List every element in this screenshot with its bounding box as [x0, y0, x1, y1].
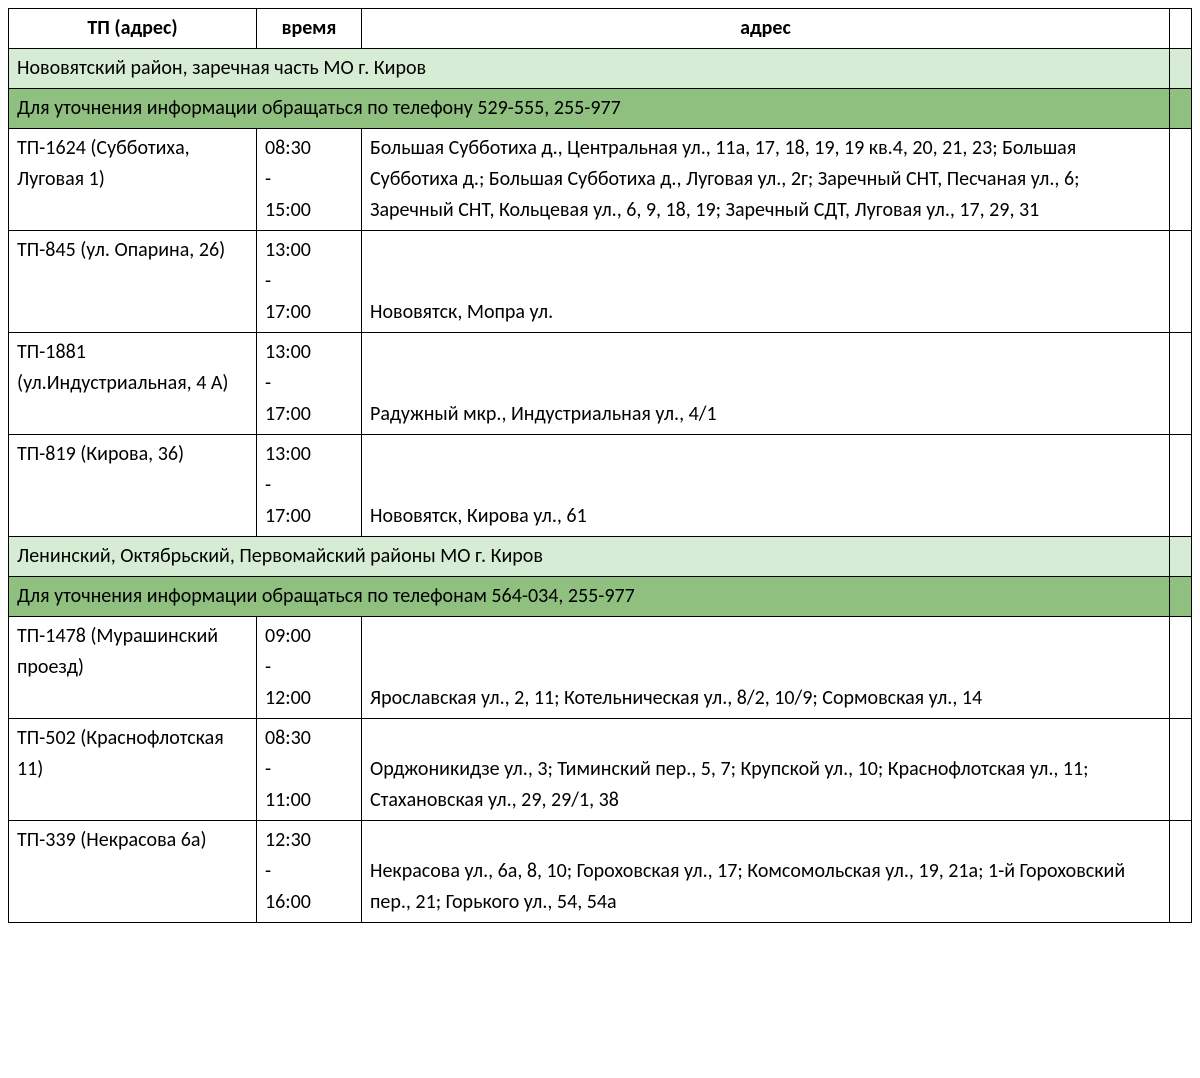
time-to: 16:00: [265, 887, 353, 918]
tp-cell: ТП-1624 (Субботиха, Луговая 1): [9, 129, 257, 231]
time-from: 13:00: [265, 337, 353, 368]
table-header-row: ТП (адрес) время адрес: [9, 9, 1192, 49]
contact-label: Для уточнения информации обращаться по т…: [9, 577, 1170, 617]
time-dash: -: [265, 652, 353, 683]
time-cell: 09:00-12:00: [257, 617, 362, 719]
row-slim: [1170, 617, 1192, 719]
tp-cell: ТП-1478 (Мурашинский проезд): [9, 617, 257, 719]
time-from: 13:00: [265, 235, 353, 266]
time-from: 13:00: [265, 439, 353, 470]
district-row: Ленинский, Октябрьский, Первомайский рай…: [9, 537, 1192, 577]
row-slim: [1170, 129, 1192, 231]
time-dash: -: [265, 754, 353, 785]
time-dash: -: [265, 266, 353, 297]
contact-label: Для уточнения информации обращаться по т…: [9, 89, 1170, 129]
time-dash: -: [265, 470, 353, 501]
district-label: Нововятский район, заречная часть МО г. …: [9, 49, 1170, 89]
time-to: 17:00: [265, 501, 353, 532]
address-cell: Нововятск, Кирова ул., 61: [362, 435, 1170, 537]
time-from: 08:30: [265, 133, 353, 164]
contact-slim: [1170, 577, 1192, 617]
tp-cell: ТП-1881 (ул.Индустриальная, 4 А): [9, 333, 257, 435]
table-row: ТП-819 (Кирова, 36)13:00-17:00Нововятск,…: [9, 435, 1192, 537]
time-dash: -: [265, 164, 353, 195]
row-slim: [1170, 821, 1192, 923]
table-row: ТП-1478 (Мурашинский проезд)09:00-12:00Я…: [9, 617, 1192, 719]
time-to: 17:00: [265, 399, 353, 430]
table-row: ТП-339 (Некрасова 6а)12:30-16:00Некрасов…: [9, 821, 1192, 923]
district-slim: [1170, 49, 1192, 89]
contact-row: Для уточнения информации обращаться по т…: [9, 89, 1192, 129]
time-to: 15:00: [265, 195, 353, 226]
tp-cell: ТП-845 (ул. Опарина, 26): [9, 231, 257, 333]
time-cell: 13:00-17:00: [257, 333, 362, 435]
time-cell: 13:00-17:00: [257, 231, 362, 333]
time-cell: 13:00-17:00: [257, 435, 362, 537]
col-header-empty: [1170, 9, 1192, 49]
row-slim: [1170, 435, 1192, 537]
col-header-addr: адрес: [362, 9, 1170, 49]
time-to: 12:00: [265, 683, 353, 714]
time-from: 09:00: [265, 621, 353, 652]
table-row: ТП-502 (Краснофлотская 11)08:30-11:00Орд…: [9, 719, 1192, 821]
table-row: ТП-845 (ул. Опарина, 26)13:00-17:00Новов…: [9, 231, 1192, 333]
col-header-time: время: [257, 9, 362, 49]
address-cell: Нововятск, Мопра ул.: [362, 231, 1170, 333]
time-from: 12:30: [265, 825, 353, 856]
address-cell: Некрасова ул., 6а, 8, 10; Гороховская ул…: [362, 821, 1170, 923]
time-cell: 08:30-11:00: [257, 719, 362, 821]
col-header-tp: ТП (адрес): [9, 9, 257, 49]
address-cell: Ярославская ул., 2, 11; Котельническая у…: [362, 617, 1170, 719]
tp-cell: ТП-819 (Кирова, 36): [9, 435, 257, 537]
time-to: 11:00: [265, 785, 353, 816]
address-cell: Большая Субботиха д., Центральная ул., 1…: [362, 129, 1170, 231]
time-cell: 12:30-16:00: [257, 821, 362, 923]
district-slim: [1170, 537, 1192, 577]
contact-row: Для уточнения информации обращаться по т…: [9, 577, 1192, 617]
row-slim: [1170, 333, 1192, 435]
time-from: 08:30: [265, 723, 353, 754]
time-dash: -: [265, 856, 353, 887]
time-dash: -: [265, 368, 353, 399]
time-cell: 08:30-15:00: [257, 129, 362, 231]
district-row: Нововятский район, заречная часть МО г. …: [9, 49, 1192, 89]
row-slim: [1170, 231, 1192, 333]
contact-slim: [1170, 89, 1192, 129]
row-slim: [1170, 719, 1192, 821]
outage-table: ТП (адрес) время адрес Нововятский район…: [8, 8, 1192, 923]
table-row: ТП-1881 (ул.Индустриальная, 4 А)13:00-17…: [9, 333, 1192, 435]
district-label: Ленинский, Октябрьский, Первомайский рай…: [9, 537, 1170, 577]
address-cell: Радужный мкр., Индустриальная ул., 4/1: [362, 333, 1170, 435]
tp-cell: ТП-502 (Краснофлотская 11): [9, 719, 257, 821]
table-row: ТП-1624 (Субботиха, Луговая 1)08:30-15:0…: [9, 129, 1192, 231]
time-to: 17:00: [265, 297, 353, 328]
address-cell: Орджоникидзе ул., 3; Тиминский пер., 5, …: [362, 719, 1170, 821]
tp-cell: ТП-339 (Некрасова 6а): [9, 821, 257, 923]
